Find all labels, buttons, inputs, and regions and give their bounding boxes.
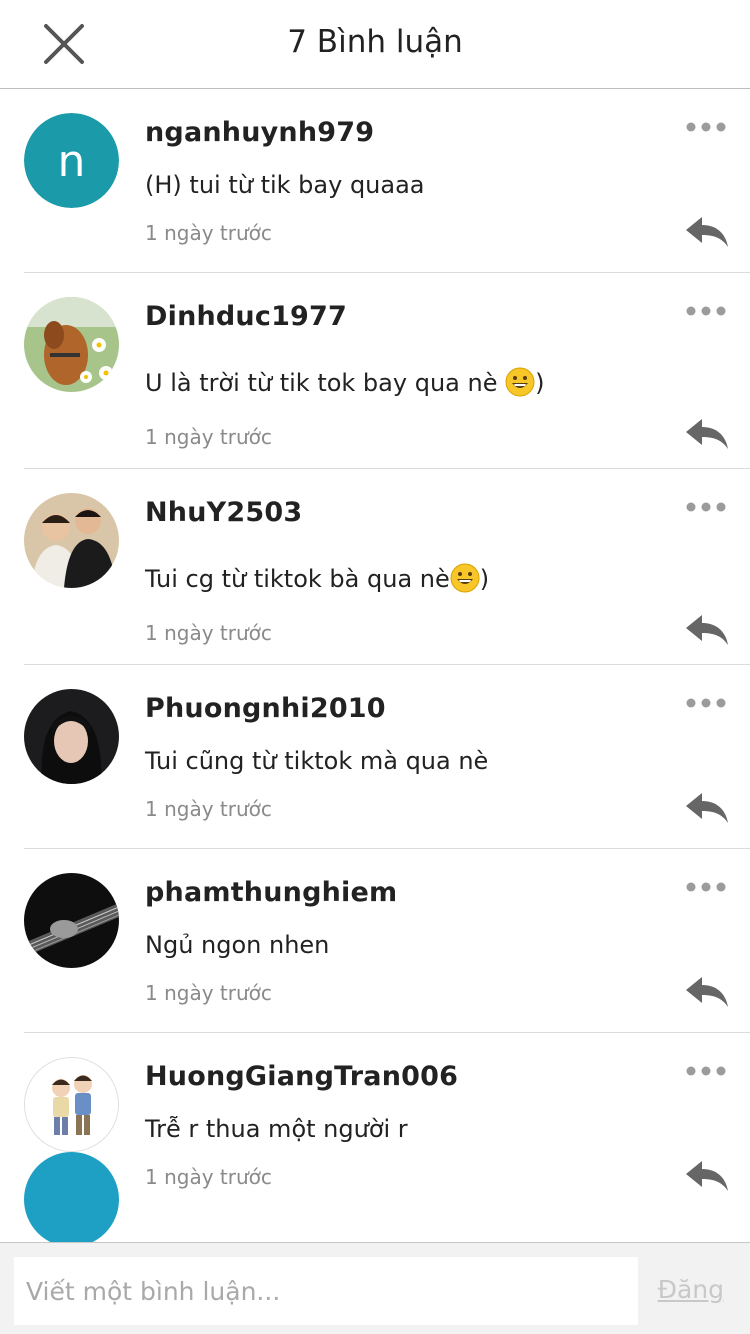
more-options-button[interactable] <box>686 303 726 317</box>
reply-arrow-icon <box>686 977 728 1007</box>
reply-button[interactable] <box>684 215 730 249</box>
more-dots-icon <box>686 122 726 132</box>
avatar[interactable] <box>24 1057 119 1152</box>
more-dots-icon <box>686 502 726 512</box>
comment-text: (H) tui từ tik bay quaaa <box>145 171 425 199</box>
more-options-button[interactable] <box>686 695 726 709</box>
comment-text-line: Tui cg từ tiktok bà qua nè) <box>145 563 489 593</box>
more-options-button[interactable] <box>686 499 726 513</box>
more-options-button[interactable] <box>686 119 726 133</box>
comment-item: Phuongnhi2010 Tui cũng từ tiktok mà qua … <box>24 665 750 849</box>
comment-item: phamthunghiem Ngủ ngon nhen 1 ngày trước <box>24 849 750 1033</box>
more-dots-icon <box>686 1066 726 1076</box>
post-button[interactable]: Đăng <box>658 1275 724 1304</box>
comment-text-suffix: ) <box>479 565 490 593</box>
comment-text: Trễ r thua một người r <box>145 1115 408 1143</box>
grinning-face-emoji-icon <box>505 367 535 397</box>
comment-text-line: U là trời từ tik tok bay qua nè ) <box>145 367 544 397</box>
reply-arrow-icon <box>686 615 728 645</box>
reply-arrow-icon <box>686 793 728 823</box>
comment-username[interactable]: Dinhduc1977 <box>145 301 347 332</box>
comment-username[interactable]: HuongGiangTran006 <box>145 1061 458 1092</box>
comment-text: Tui cũng từ tiktok mà qua nè <box>145 747 489 775</box>
comment-input[interactable] <box>14 1257 638 1325</box>
comment-username[interactable]: nganhuynh979 <box>145 117 374 148</box>
reply-arrow-icon <box>686 419 728 449</box>
more-dots-icon <box>686 306 726 316</box>
reply-button[interactable] <box>684 613 730 647</box>
comment-timestamp: 1 ngày trước <box>145 981 272 1005</box>
comment-text: U là trời từ tik tok bay qua nè <box>145 369 506 397</box>
comment-list[interactable]: n nganhuynh979 (H) tui từ tik bay quaaa … <box>0 89 750 1242</box>
grinning-face-emoji-icon <box>450 563 480 593</box>
avatar[interactable] <box>24 493 119 588</box>
comment-username[interactable]: NhuY2503 <box>145 497 302 528</box>
comment-timestamp: 1 ngày trước <box>145 621 272 645</box>
comment-item: NhuY2503 Tui cg từ tiktok bà qua nè) 1 n… <box>24 469 750 665</box>
comment-item: n nganhuynh979 (H) tui từ tik bay quaaa … <box>24 89 750 273</box>
comment-text: Ngủ ngon nhen <box>145 931 330 959</box>
avatar[interactable] <box>24 1152 119 1247</box>
comment-item: HuongGiangTran006 Trễ r thua một người r… <box>24 1033 750 1217</box>
more-options-button[interactable] <box>686 1063 726 1077</box>
comment-text-suffix: ) <box>535 369 545 397</box>
avatar[interactable] <box>24 297 119 392</box>
comment-timestamp: 1 ngày trước <box>145 797 272 821</box>
avatar-letter: n <box>58 136 86 187</box>
reply-arrow-icon <box>686 1161 728 1191</box>
avatar[interactable] <box>24 873 119 968</box>
reply-button[interactable] <box>684 975 730 1009</box>
reply-button[interactable] <box>684 791 730 825</box>
comment-username[interactable]: phamthunghiem <box>145 877 397 908</box>
comment-timestamp: 1 ngày trước <box>145 1165 272 1189</box>
reply-button[interactable] <box>684 1159 730 1193</box>
avatar[interactable]: n <box>24 113 119 208</box>
comment-timestamp: 1 ngày trước <box>145 221 272 245</box>
comment-text: Tui cg từ tiktok bà qua nè <box>145 565 450 593</box>
comment-username[interactable]: Phuongnhi2010 <box>145 693 386 724</box>
comment-composer: Đăng <box>0 1242 750 1334</box>
more-dots-icon <box>686 698 726 708</box>
more-options-button[interactable] <box>686 879 726 893</box>
reply-button[interactable] <box>684 417 730 451</box>
comment-timestamp: 1 ngày trước <box>145 425 272 449</box>
avatar[interactable] <box>24 689 119 784</box>
reply-arrow-icon <box>686 217 728 247</box>
more-dots-icon <box>686 882 726 892</box>
header: 7 Bình luận <box>0 0 750 89</box>
comment-item: Dinhduc1977 U là trời từ tik tok bay qua… <box>24 273 750 469</box>
page-title: 7 Bình luận <box>287 24 463 60</box>
